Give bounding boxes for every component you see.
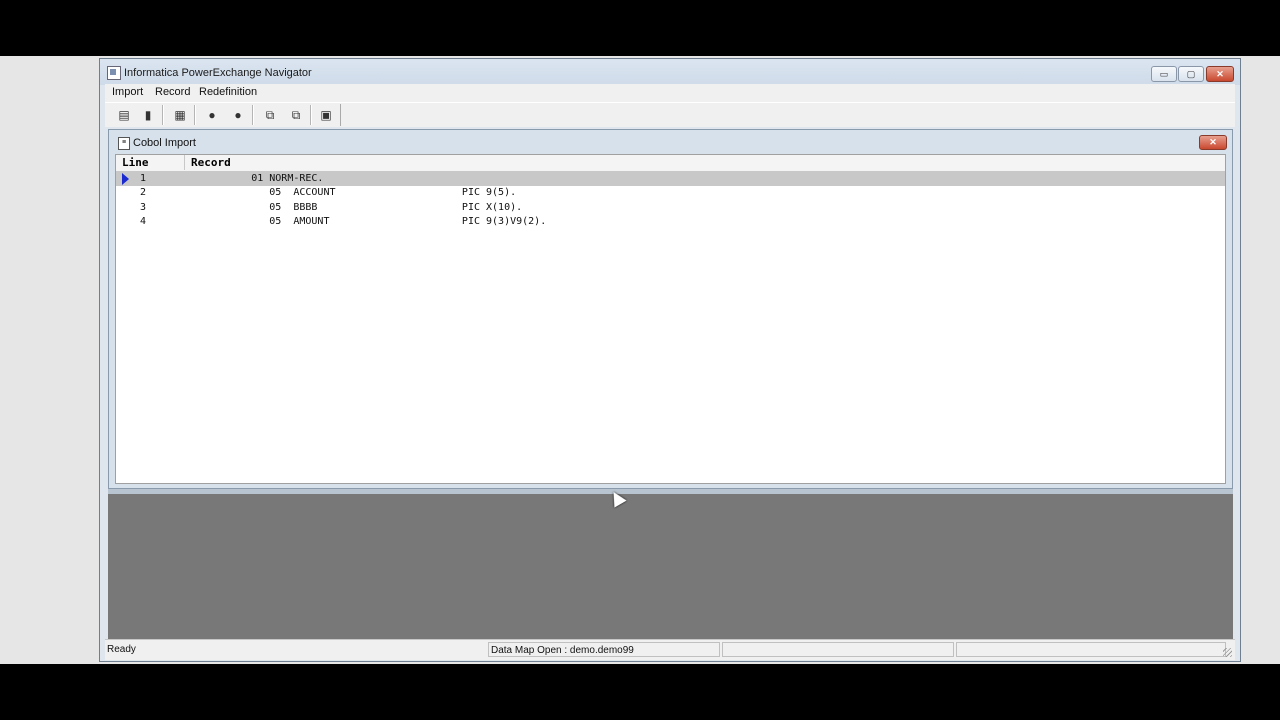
table-row[interactable]: 4 05 AMOUNT PIC 9(3)V9(2). xyxy=(116,215,1225,229)
row-selector-icon xyxy=(122,173,129,185)
app-icon xyxy=(107,66,121,80)
comment-down-icon[interactable]: ● xyxy=(229,106,247,124)
row-record-text: 05 BBBB PIC X(10). xyxy=(191,202,523,213)
table-row[interactable]: 1 01 NORM-REC. xyxy=(116,172,1225,186)
mdi-background xyxy=(108,494,1233,639)
cobol-import-window: ≡ Cobol Import ✕ Line Record 1 01 NORM-R… xyxy=(108,129,1233,489)
status-bar: Ready Data Map Open : demo.demo99 xyxy=(105,639,1235,660)
column-header-record[interactable]: Record xyxy=(191,156,231,169)
menu-import[interactable]: Import xyxy=(112,86,143,98)
column-divider[interactable] xyxy=(184,155,185,170)
close-button[interactable]: ✕ xyxy=(1206,66,1234,82)
copy-up-icon[interactable]: ⧉ xyxy=(261,106,279,124)
child-window-title: Cobol Import xyxy=(133,137,196,149)
table-row[interactable]: 3 05 BBBB PIC X(10). xyxy=(116,201,1225,215)
cobol-grid[interactable]: Line Record 1 01 NORM-REC. 2 05 ACCOUNT … xyxy=(115,154,1226,484)
row-record-text: 05 AMOUNT PIC 9(3)V9(2). xyxy=(191,216,547,227)
toolbar-separator xyxy=(310,105,312,125)
status-cell-4 xyxy=(956,642,1226,657)
minimize-button[interactable]: ▭ xyxy=(1151,66,1177,82)
resize-grip-icon[interactable] xyxy=(1223,648,1232,657)
table-row[interactable]: 2 05 ACCOUNT PIC 9(5). xyxy=(116,186,1225,200)
child-close-button[interactable]: ✕ xyxy=(1199,135,1227,150)
status-data-map: Data Map Open : demo.demo99 xyxy=(488,642,720,657)
maximize-button[interactable]: ▢ xyxy=(1178,66,1204,82)
status-text: Ready xyxy=(107,644,136,655)
copy-down-icon[interactable]: ⧉ xyxy=(287,106,305,124)
row-record-text: 05 ACCOUNT PIC 9(5). xyxy=(191,187,517,198)
row-line-number: 4 xyxy=(140,216,147,227)
menu-record[interactable]: Record xyxy=(155,86,190,98)
toolbar-separator xyxy=(194,105,196,125)
comment-up-icon[interactable]: ● xyxy=(203,106,221,124)
row-line-number: 1 xyxy=(140,173,147,184)
row-record-text: 01 NORM-REC. xyxy=(191,173,324,184)
grid-view-icon[interactable]: ▤ xyxy=(115,106,133,124)
import-icon[interactable]: ▦ xyxy=(171,106,189,124)
row-line-number: 2 xyxy=(140,187,147,198)
toolbar-end xyxy=(340,104,341,126)
row-line-number: 3 xyxy=(140,202,147,213)
menu-redefinition[interactable]: Redefinition xyxy=(199,86,257,98)
toolbar-separator xyxy=(252,105,254,125)
toolbar-separator xyxy=(162,105,164,125)
main-window: Informatica PowerExchange Navigator ▭ ▢ … xyxy=(99,58,1241,662)
column-header-line[interactable]: Line xyxy=(122,156,149,169)
status-cell-3 xyxy=(722,642,954,657)
grid-header: Line Record xyxy=(116,155,1225,172)
menu-bar: Import Record Redefinition xyxy=(105,84,1235,102)
properties-icon[interactable]: ▣ xyxy=(317,106,335,124)
record-icon[interactable]: ▮ xyxy=(139,106,157,124)
window-title: Informatica PowerExchange Navigator xyxy=(124,67,312,79)
document-icon: ≡ xyxy=(118,137,130,150)
toolbar: ▤ ▮ ▦ ● ● ⧉ ⧉ ▣ xyxy=(105,102,1235,127)
title-bar[interactable]: Informatica PowerExchange Navigator ▭ ▢ … xyxy=(100,59,1240,85)
